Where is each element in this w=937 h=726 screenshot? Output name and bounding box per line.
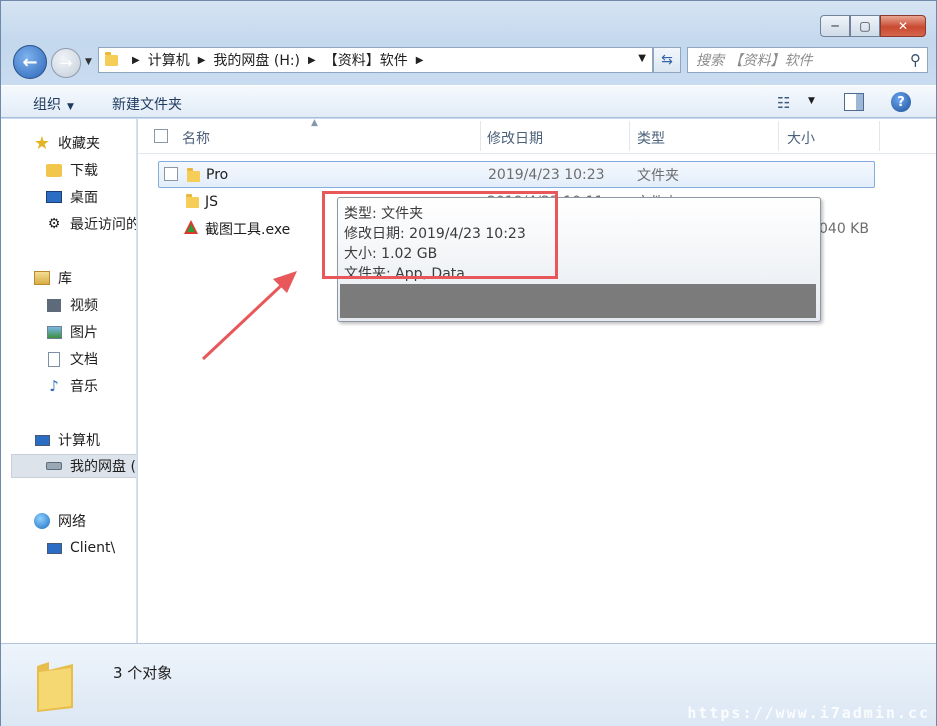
row-checkbox[interactable] (164, 167, 178, 181)
watermark: https://www.i7admin.cc (687, 704, 930, 722)
document-icon (45, 351, 63, 367)
details-pane: 3 个对象 https://www.i7admin.cc (1, 643, 936, 726)
highlight-box (322, 191, 558, 279)
back-arrow-icon: ← (22, 51, 38, 73)
redacted-area (340, 284, 816, 318)
explorer-window: ─ ▢ ✕ ← → ▼ ▶ 计算机 ▶ 我的网盘 (H:) ▶ 【资料】软件 ▶ ▼ … (0, 0, 937, 726)
column-size[interactable]: 大小 (787, 128, 815, 148)
nav-client[interactable]: Client\ (45, 536, 136, 560)
file-modified: 2019/4/23 10:23 (488, 166, 605, 183)
navigation-pane: ★ 收藏夹 下载 桌面 ⚙ 最近访问的 库 视频 图片 文档 ♪ 音乐 计算机 我的网… (1, 119, 137, 643)
nav-computer[interactable]: 计算机 (33, 428, 136, 452)
network-drive-icon (45, 458, 63, 474)
computer-icon (45, 540, 63, 556)
computer-icon (33, 432, 51, 448)
nav-mydrive[interactable]: 我的网盘 ( (11, 454, 136, 478)
preview-pane-icon[interactable] (844, 93, 864, 111)
breadcrumb-computer[interactable]: 计算机 (148, 50, 190, 70)
video-icon (45, 297, 63, 313)
folder-icon (105, 51, 118, 66)
organize-button[interactable]: 组织 ▼ (33, 94, 74, 114)
chevron-right-icon[interactable]: ▶ (132, 55, 140, 66)
app-exe-icon (182, 219, 200, 241)
view-options-icon[interactable]: ☷ (777, 94, 790, 112)
chevron-right-icon[interactable]: ▶ (308, 55, 316, 66)
search-placeholder: 搜索 【资料】软件 (696, 53, 813, 69)
minimize-button[interactable]: ─ (820, 15, 850, 37)
folder-icon (187, 168, 200, 182)
address-dropdown-icon[interactable]: ▼ (638, 53, 646, 64)
picture-icon (45, 324, 63, 340)
nav-favorites[interactable]: ★ 收藏夹 (33, 131, 136, 155)
file-name: Pro (206, 166, 229, 183)
star-icon: ★ (33, 132, 51, 154)
file-size: 040 KB (819, 220, 869, 237)
nav-libraries[interactable]: 库 (33, 266, 136, 290)
address-bar[interactable]: ▶ 计算机 ▶ 我的网盘 (H:) ▶ 【资料】软件 ▶ ▼ (98, 47, 653, 73)
refresh-button[interactable]: ⇆ (653, 47, 681, 73)
nav-videos[interactable]: 视频 (45, 293, 136, 317)
nav-network[interactable]: 网络 (33, 509, 136, 533)
folder-icon (186, 194, 199, 208)
music-icon: ♪ (49, 377, 59, 395)
column-type[interactable]: 类型 (637, 128, 665, 148)
maximize-button[interactable]: ▢ (850, 15, 880, 37)
command-bar: 组织 ▼ 新建文件夹 ☷ ▼ ? (1, 85, 936, 118)
nav-documents[interactable]: 文档 (45, 347, 136, 371)
sort-ascending-icon: ▲ (311, 118, 318, 128)
folder-large-icon (37, 662, 73, 712)
nav-music[interactable]: ♪ 音乐 (45, 374, 136, 398)
breadcrumb-folder[interactable]: 【资料】软件 (324, 50, 408, 70)
nav-recent[interactable]: ⚙ 最近访问的 (45, 212, 136, 236)
file-name: JS (205, 193, 219, 210)
search-icon[interactable]: ⚲ (910, 51, 921, 69)
breadcrumb-drive[interactable]: 我的网盘 (H:) (213, 50, 300, 70)
chevron-down-icon: ▼ (67, 102, 74, 112)
select-all-checkbox[interactable] (154, 129, 168, 143)
forward-button[interactable]: → (51, 48, 81, 78)
recent-places-icon: ⚙ (47, 216, 61, 232)
column-modified[interactable]: 修改日期 (487, 128, 543, 148)
nav-pictures[interactable]: 图片 (45, 320, 136, 344)
network-globe-icon (33, 513, 51, 529)
chevron-right-icon[interactable]: ▶ (198, 55, 206, 66)
file-type: 文件夹 (637, 167, 679, 184)
desktop-icon (45, 189, 63, 205)
recent-pages-dropdown[interactable]: ▼ (85, 57, 92, 67)
file-name: 截图工具.exe (205, 221, 291, 238)
library-icon (33, 270, 51, 286)
column-header: ▲ 名称 修改日期 类型 大小 (138, 118, 936, 154)
refresh-icon: ⇆ (661, 52, 673, 68)
help-icon[interactable]: ? (891, 92, 911, 112)
file-row-pro[interactable]: Pro 2019/4/23 10:23 文件夹 (158, 161, 875, 188)
forward-arrow-icon: → (59, 54, 73, 72)
download-folder-icon (45, 162, 63, 178)
caption-buttons: ─ ▢ ✕ (820, 15, 926, 37)
new-folder-button[interactable]: 新建文件夹 (112, 94, 182, 114)
back-button[interactable]: ← (13, 45, 47, 79)
nav-downloads[interactable]: 下载 (45, 158, 136, 182)
close-button[interactable]: ✕ (880, 15, 926, 37)
view-dropdown-icon[interactable]: ▼ (808, 96, 815, 106)
column-name[interactable]: 名称 (182, 128, 210, 148)
item-count: 3 个对象 (113, 664, 173, 682)
search-input[interactable]: 搜索 【资料】软件 ⚲ (687, 47, 928, 73)
nav-desktop[interactable]: 桌面 (45, 185, 136, 209)
chevron-right-icon[interactable]: ▶ (416, 55, 424, 66)
